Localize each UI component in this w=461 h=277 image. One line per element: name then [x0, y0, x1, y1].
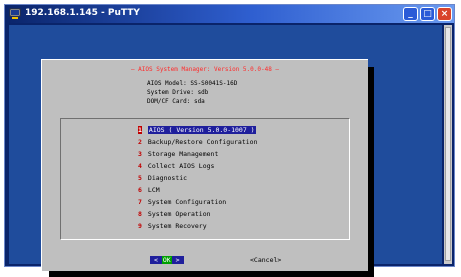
ok-button[interactable]: < OK > — [150, 256, 184, 264]
menu-item-label: System Operation — [147, 210, 211, 218]
menu-item-label: Backup/Restore Configuration — [147, 138, 258, 146]
menu-item-label: AIOS ( Version 5.0.0-1007 ) — [147, 126, 256, 134]
menu-item-backup-restore[interactable]: 2 Backup/Restore Configuration — [138, 138, 258, 146]
menu-item-number: 8 — [138, 210, 142, 218]
terminal-area[interactable]: — AIOS System Manager: Version 5.0.0-48 … — [9, 25, 442, 277]
menu-item-system-recovery[interactable]: 9 System Recovery — [138, 222, 207, 230]
menu-item-storage-management[interactable]: 3 Storage Management — [138, 150, 218, 158]
ok-bracket-right: > — [175, 256, 180, 264]
vertical-scrollbar[interactable] — [444, 25, 452, 264]
info-dom-card: DOM/CF Card: sda — [147, 98, 205, 105]
menu-item-diagnostic[interactable]: 5 Diagnostic — [138, 174, 187, 182]
menu-item-number: 4 — [138, 162, 142, 170]
menu-item-number: 3 — [138, 150, 142, 158]
scrollbar-thumb[interactable] — [445, 27, 451, 261]
menu-item-system-configuration[interactable]: 7 System Configuration — [138, 198, 226, 206]
menu-item-collect-logs[interactable]: 4 Collect AIOS Logs — [138, 162, 214, 170]
putty-app-icon — [9, 8, 21, 19]
menu-item-number: 1 — [138, 126, 142, 134]
menu-item-number: 9 — [138, 222, 142, 230]
ok-label: OK — [161, 256, 172, 264]
minimize-button[interactable]: _ — [403, 7, 418, 21]
menu-item-lcm[interactable]: 6 LCM — [138, 186, 160, 194]
menu-item-label: Storage Management — [147, 150, 219, 158]
menu-item-label: Collect AIOS Logs — [147, 162, 215, 170]
maximize-button[interactable]: □ — [420, 7, 435, 21]
cancel-button[interactable]: <Cancel> — [250, 256, 281, 264]
putty-window: 192.168.1.145 - PuTTY _ □ × — AIOS Syste… — [4, 4, 455, 277]
window-title: 192.168.1.145 - PuTTY — [25, 8, 140, 18]
menu-item-label: Diagnostic — [147, 174, 188, 182]
menu-item-label: LCM — [147, 186, 160, 194]
menu-item-number: 7 — [138, 198, 142, 206]
menu-item-label: System Recovery — [147, 222, 207, 230]
info-model: AIOS Model: SS-S0041S-16D — [147, 80, 238, 87]
menu-item-system-operation[interactable]: 8 System Operation — [138, 210, 211, 218]
dialog-title: — AIOS System Manager: Version 5.0.0-48 … — [130, 66, 280, 73]
info-system-drive: System Drive: sdb — [147, 89, 209, 96]
menu-item-number: 6 — [138, 186, 142, 194]
close-button[interactable]: × — [437, 7, 452, 21]
title-bar[interactable]: 192.168.1.145 - PuTTY _ □ × — [5, 5, 454, 23]
menu-item-number: 2 — [138, 138, 142, 146]
ok-bracket-left: < — [154, 256, 158, 264]
menu-item-number: 5 — [138, 174, 142, 182]
menu-item-label: System Configuration — [147, 198, 227, 206]
menu-item-aios[interactable]: 1 AIOS ( Version 5.0.0-1007 ) — [138, 126, 256, 134]
system-manager-dialog: — AIOS System Manager: Version 5.0.0-48 … — [41, 59, 368, 271]
